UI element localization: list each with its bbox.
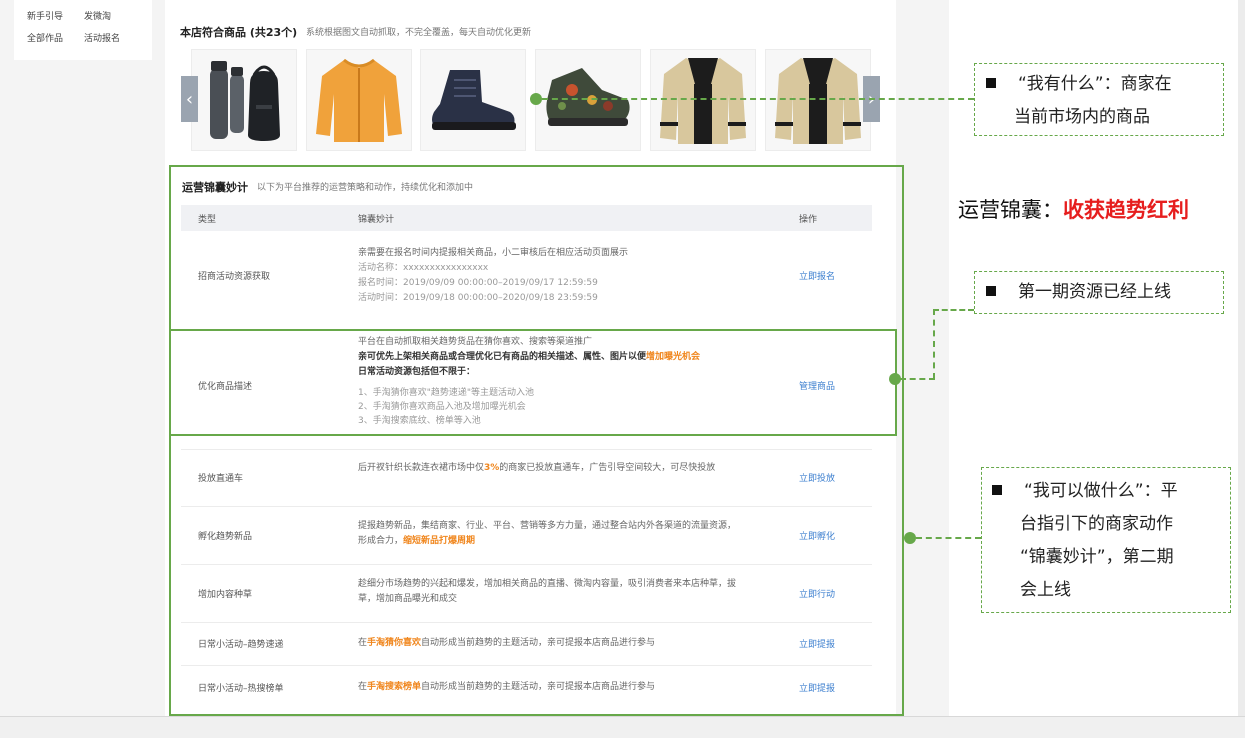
callout-line: “我有什么”：商家在 (986, 68, 1172, 101)
callout-phase-one-text: 第一期资源已经上线 (986, 276, 1171, 309)
nav-link-all-works[interactable]: 全部作品 (27, 31, 63, 44)
carousel-prev-button[interactable]: ‹ (181, 76, 198, 122)
product-thumb-6[interactable] (765, 49, 871, 151)
headline-highlight: 收获趋势红利 (1063, 198, 1189, 222)
connector-line (933, 309, 935, 379)
callout-line: “我可以做什么”：平 (992, 475, 1178, 508)
square-bullet-icon (986, 78, 996, 88)
annotation-box-resource (169, 329, 897, 436)
square-bullet-icon (986, 286, 996, 296)
bottom-status-bar (0, 716, 1245, 738)
left-nav-card: 新手引导 发微淘 全部作品 活动报名 (14, 0, 152, 60)
headline-text: 运营锦囊： (958, 198, 1063, 222)
callout-what-i-can-do-text: “我可以做什么”：平 台指引下的商家动作 “锦囊妙计”，第二期 会上线 (992, 475, 1178, 607)
products-section-subtitle: 系统根据图文自动抓取，不完全覆盖，每天自动优化更新 (306, 28, 532, 38)
nav-link-post-weitao[interactable]: 发微淘 (84, 9, 111, 22)
dark-boot-icon (432, 70, 516, 130)
headline-ops-tips: 运营锦囊：收获趋势红利 (958, 194, 1189, 224)
product-thumb-5[interactable] (650, 49, 756, 151)
products-section-title: 本店符合商品 (共23个) (180, 26, 298, 39)
connector-line (916, 537, 981, 539)
callout-text: “我可以做什么”：平 (1024, 481, 1178, 501)
callout-text: “我有什么”：商家在 (1018, 74, 1172, 94)
connector-line (900, 378, 935, 380)
chevron-left-icon: ‹ (185, 88, 194, 110)
orange-jacket-icon (316, 58, 402, 142)
vertical-scrollbar[interactable] (1238, 0, 1245, 716)
connector-line (542, 98, 974, 100)
product-thumb-2[interactable] (306, 49, 412, 151)
thermos-bottle-icon (210, 61, 280, 141)
cardigan-icon (775, 58, 861, 144)
floral-sneaker-icon (546, 68, 630, 126)
callout-line: 会上线 (1020, 580, 1071, 600)
cardigan-icon (660, 58, 746, 144)
nav-link-activity-signup[interactable]: 活动报名 (84, 31, 120, 44)
callout-line: 台指引下的商家动作 (1020, 514, 1173, 534)
callout-line: “锦囊妙计”，第二期 (1020, 547, 1174, 567)
square-bullet-icon (992, 485, 1002, 495)
callout-what-i-have-text: “我有什么”：商家在 当前市场内的商品 (986, 68, 1172, 134)
callout-line: 当前市场内的商品 (1014, 107, 1150, 127)
connector-dot (530, 93, 542, 105)
annotation-box-ops (169, 165, 904, 716)
product-thumb-4[interactable] (535, 49, 641, 151)
product-thumb-3[interactable] (420, 49, 526, 151)
connector-line (933, 309, 974, 311)
left-sidebar-background (0, 0, 165, 716)
connector-dot (904, 532, 916, 544)
callout-line: 第一期资源已经上线 (986, 276, 1171, 309)
nav-link-guide[interactable]: 新手引导 (27, 9, 63, 22)
product-thumb-1[interactable] (191, 49, 297, 151)
callout-text: 第一期资源已经上线 (1018, 282, 1171, 302)
